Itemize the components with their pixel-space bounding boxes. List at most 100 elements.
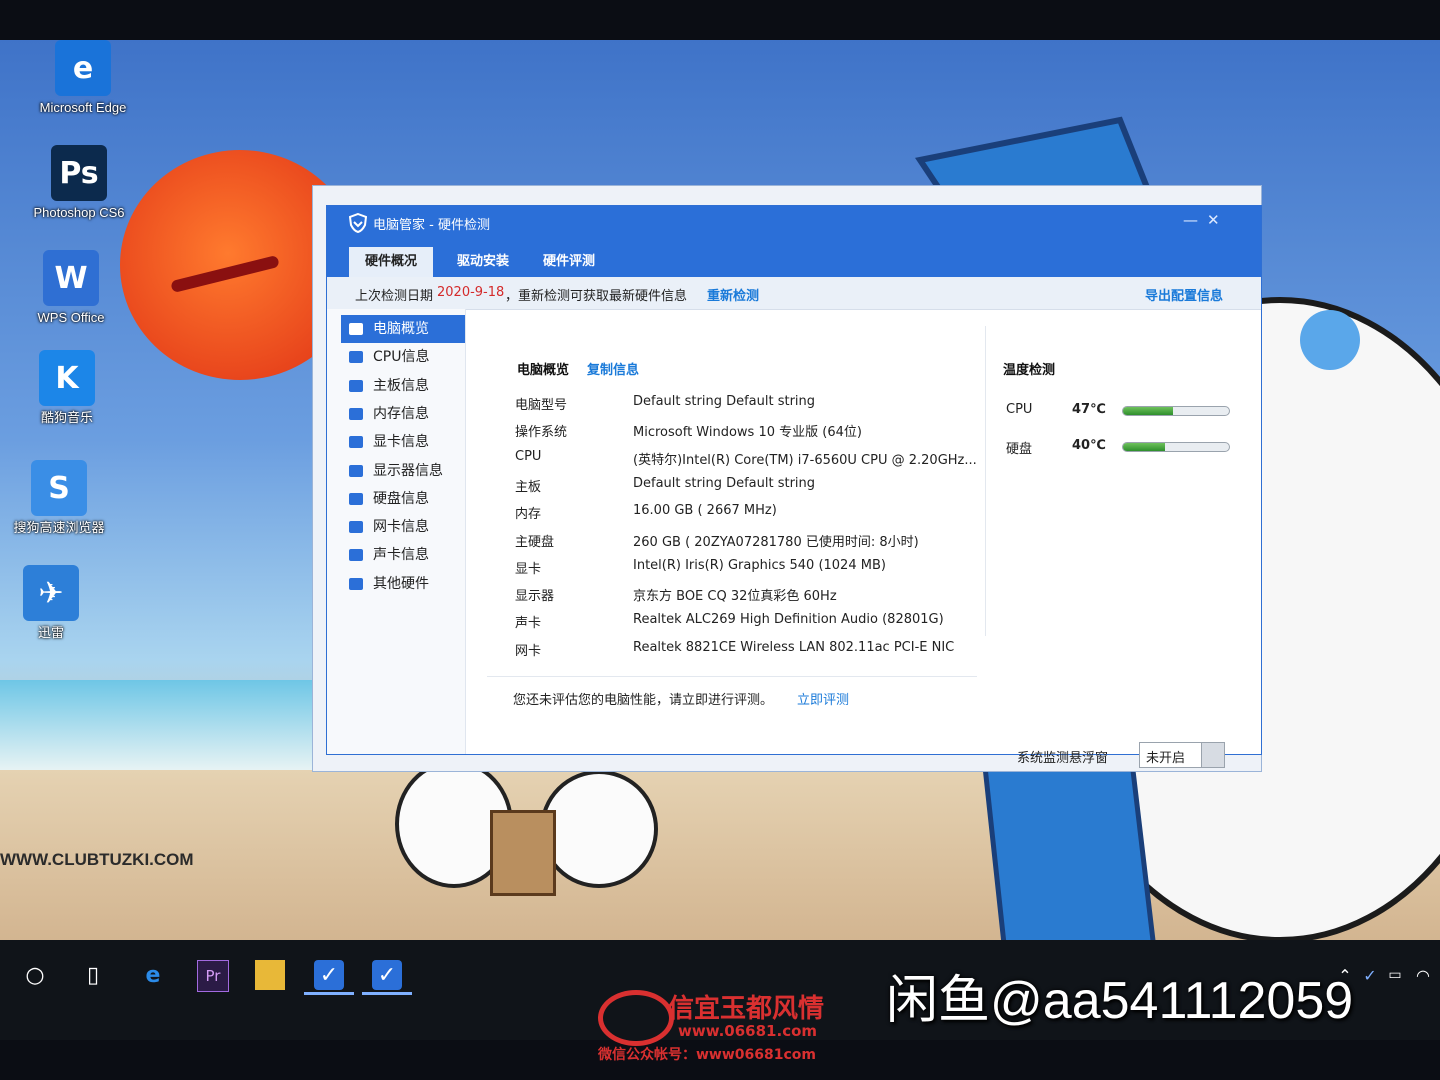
overview-row-key: 网卡 (515, 643, 542, 659)
premiere-taskbar-icon[interactable]: Pr (197, 960, 229, 992)
edge-taskbar-icon[interactable]: e (138, 960, 168, 990)
overview-row-value: 260 GB ( 20ZYA07281780 已使用时间: 8小时) (633, 534, 919, 550)
last-detect-date: 2020-9-18 (437, 285, 505, 300)
minimize-icon[interactable]: — (1183, 211, 1198, 229)
file-explorer-icon[interactable] (255, 960, 285, 990)
redetect-link[interactable]: 重新检测 (707, 285, 759, 304)
sidebar-item[interactable]: 主板信息 (341, 372, 465, 400)
tab-bar: 硬件概况 驱动安装 硬件评测 (327, 241, 1261, 277)
close-icon[interactable]: ✕ (1207, 211, 1220, 229)
desktop-icon-label: 迅雷 (37, 625, 64, 640)
overview-row-key: 显卡 (515, 561, 542, 577)
window-titlebar[interactable]: 电脑管家 - 硬件检测 — ✕ (327, 206, 1261, 241)
sidebar-item[interactable]: 声卡信息 (341, 541, 465, 569)
overview-row-key: 主板 (515, 479, 542, 495)
xianyu-watermark: 闲鱼@aa541112059 (886, 972, 1354, 1030)
site-watermark-title: 信宜玉都风情 (668, 994, 825, 1024)
last-detect-label: 上次检测日期 (355, 289, 434, 304)
toggle-knob (1201, 743, 1224, 767)
tab-hardware-benchmark[interactable]: 硬件评测 (527, 247, 611, 277)
temp-value: 47℃ (1072, 402, 1106, 417)
eval-now-link[interactable]: 立即评测 (797, 689, 849, 708)
task-view-icon[interactable]: ▯ (78, 960, 108, 990)
section-divider (985, 326, 986, 636)
edge-icon: e (55, 40, 111, 96)
sidebar-item-icon (349, 407, 363, 420)
xunlei-icon: ✈ (23, 565, 79, 621)
sidebar-item-icon (349, 379, 363, 392)
desktop-icon[interactable]: S 搜狗高速浏览器 (4, 460, 114, 536)
desktop-icon[interactable]: e Microsoft Edge (28, 40, 138, 116)
sidebar-item-icon (349, 351, 363, 364)
sidebar-item[interactable]: 硬盘信息 (341, 485, 465, 513)
desktop-icon-label: WPS Office (37, 310, 105, 325)
sidebar-item-label: 网卡信息 (373, 519, 429, 536)
sidebar-item-icon (349, 436, 363, 449)
overview-row-value: 京东方 BOE CQ 32位真彩色 60Hz (633, 589, 837, 605)
sidebar-item[interactable]: 其他硬件 (341, 570, 465, 598)
sidebar-item-label: 显卡信息 (373, 434, 429, 451)
sidebar-item-icon (349, 521, 363, 534)
sidebar-item-icon (349, 464, 363, 477)
overview-row-value: 16.00 GB ( 2667 MHz) (633, 503, 777, 519)
desktop-icon-label: Photoshop CS6 (33, 205, 125, 220)
site-watermark-wechat: 微信公众帐号：www06681com (598, 1047, 817, 1063)
photoshop-icon: Ps (51, 145, 107, 201)
desktop-icon[interactable]: W WPS Office (16, 250, 126, 326)
temp-bar (1122, 406, 1230, 416)
wifi-icon[interactable]: ◠ (1408, 960, 1438, 990)
hardware-detect-window: 电脑管家 - 硬件检测 — ✕ 硬件概况 驱动安装 硬件评测 上次检测日期 20… (326, 205, 1262, 768)
copy-info-link[interactable]: 复制信息 (587, 359, 639, 378)
overview-row-key: CPU (515, 448, 542, 464)
cortana-search-icon[interactable]: ○ (20, 960, 50, 990)
overview-row-key: 电脑型号 (515, 398, 568, 413)
temp-bar-fill (1123, 443, 1166, 451)
desktop-screen: WWW.CLUBTUZKI.COM e Microsoft Edge Ps Photo… (0, 40, 1440, 1040)
temp-name: 硬盘 (1006, 442, 1033, 457)
sidebar-item-icon (349, 577, 363, 590)
tab-hardware-overview[interactable]: 硬件概况 (349, 247, 434, 277)
site-logo-icon (598, 990, 674, 1046)
pc-manager-taskbar-icon[interactable]: ✓ (314, 960, 344, 990)
sidebar-item-label: 硬盘信息 (373, 490, 429, 507)
desktop-icon[interactable]: Ps Photoshop CS6 (24, 145, 134, 221)
desktop-icon[interactable]: ✈ 迅雷 (0, 565, 106, 641)
temp-name: CPU (1006, 402, 1033, 417)
sidebar-item[interactable]: 显卡信息 (341, 428, 465, 456)
temp-value: 40℃ (1072, 438, 1106, 453)
sidebar-item-label: 电脑概览 (373, 321, 429, 337)
wallpaper-bunny-right (540, 770, 658, 888)
pc-manager-taskbar-icon-2[interactable]: ✓ (372, 960, 402, 990)
desktop-icon-label: 酷狗音乐 (40, 410, 93, 425)
overview-row-value: (英特尔)Intel(R) Core(TM) i7-6560U CPU @ 2.… (633, 452, 977, 468)
overview-row-value: Microsoft Windows 10 专业版 (64位) (633, 425, 862, 441)
sidebar-item-label: 主板信息 (373, 377, 429, 394)
sidebar-item[interactable]: 显示器信息 (341, 457, 465, 485)
sidebar-item-label: 其他硬件 (373, 575, 429, 592)
overview-row-key: 操作系统 (515, 425, 568, 441)
sidebar-item[interactable]: 内存信息 (341, 400, 465, 428)
overview-row-key: 内存 (515, 507, 542, 523)
last-detect-hint: ，重新检测可获取最新硬件信息 (505, 289, 688, 304)
desktop-icon[interactable]: K 酷狗音乐 (12, 350, 122, 426)
tab-driver-install[interactable]: 驱动安装 (441, 247, 525, 277)
overview-row-value: Realtek ALC269 High Definition Audio (82… (633, 612, 944, 628)
temperature-title: 温度检测 (1003, 363, 1056, 378)
last-detect-bar: 上次检测日期 2020-9-18 ，重新检测可获取最新硬件信息 重新检测 导出配… (327, 277, 1261, 310)
sidebar-item[interactable]: 网卡信息 (341, 513, 465, 541)
monitor-widget-toggle[interactable]: 未开启 (1139, 742, 1225, 768)
temp-bar (1122, 442, 1230, 452)
sidebar: 电脑概览 CPU信息主板信息内存信息显卡信息显示器信息硬盘信息网卡信息声卡信息其他… (327, 309, 466, 754)
overview-row-key: 声卡 (515, 616, 542, 632)
overview-divider (487, 676, 977, 677)
sidebar-item-label: 内存信息 (373, 405, 429, 422)
export-config-link[interactable]: 导出配置信息 (1145, 285, 1223, 304)
temp-bar-fill (1123, 407, 1173, 415)
overview-row-value: Default string Default string (633, 394, 816, 409)
overview-row-value: Intel(R) Iris(R) Graphics 540 (1024 MB) (633, 557, 886, 573)
site-watermark-url: www.06681.com (678, 1022, 818, 1040)
sidebar-item[interactable]: 电脑概览 (341, 315, 465, 343)
sidebar-item[interactable]: CPU信息 (341, 343, 465, 371)
sidebar-item-label: CPU信息 (373, 349, 430, 366)
battery-icon[interactable]: ▭ (1380, 960, 1410, 990)
